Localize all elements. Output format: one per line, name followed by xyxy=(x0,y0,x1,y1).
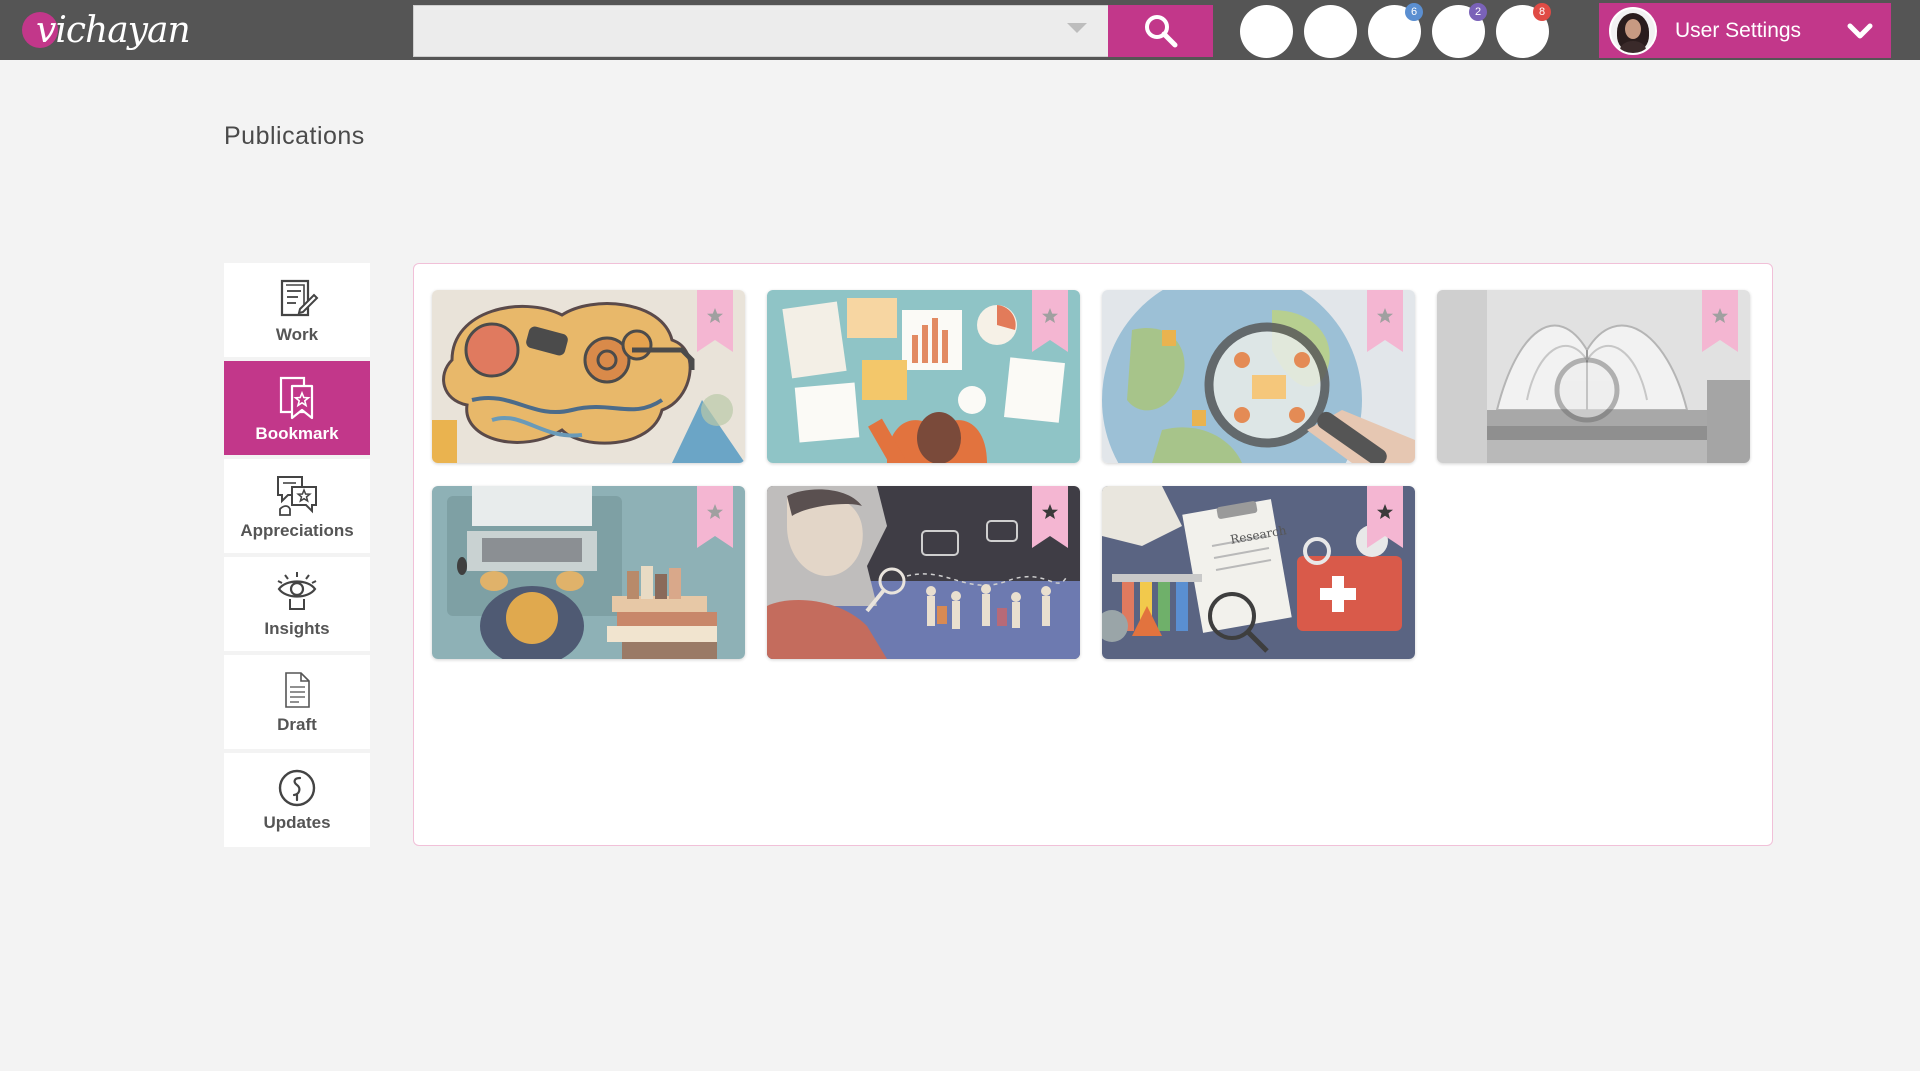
search-input[interactable] xyxy=(414,6,1104,56)
search-bar xyxy=(413,5,1213,57)
document-pen-icon xyxy=(280,279,319,317)
sidebar-item-draft[interactable]: Draft xyxy=(224,655,370,749)
notification-badge: 2 xyxy=(1469,3,1487,21)
sidebar-item-label: Updates xyxy=(263,813,331,832)
avatar xyxy=(1609,6,1657,55)
publication-card[interactable] xyxy=(432,290,745,463)
notification-circle-5[interactable]: 8 xyxy=(1496,3,1551,58)
search-icon xyxy=(1144,15,1177,48)
page-title: Publications xyxy=(224,122,365,150)
publication-card[interactable] xyxy=(1437,290,1750,463)
notification-circle-3[interactable]: 6 xyxy=(1368,3,1423,58)
publication-card[interactable] xyxy=(767,486,1080,659)
bookmark-ribbon-icon[interactable] xyxy=(1702,290,1738,352)
sidebar-item-updates[interactable]: Updates xyxy=(224,753,370,847)
chat-star-icon xyxy=(277,476,317,516)
publications-panel: Research xyxy=(413,263,1773,846)
bookmark-ribbon-icon[interactable] xyxy=(1367,290,1403,352)
sidebar-item-label: Appreciations xyxy=(240,521,354,540)
bookmark-ribbon-icon[interactable] xyxy=(1367,486,1403,548)
notification-badge: 6 xyxy=(1405,3,1423,21)
bookmark-ribbon-icon[interactable] xyxy=(1032,486,1068,548)
notification-circle-2[interactable] xyxy=(1304,5,1357,58)
sidebar: Work Bookmark Appreciations Insights Dra… xyxy=(224,263,370,851)
bookmark-ribbon-icon[interactable] xyxy=(697,486,733,548)
search-filter-dropdown-icon[interactable] xyxy=(1067,23,1087,33)
sidebar-item-bookmark[interactable]: Bookmark xyxy=(224,361,370,455)
publication-card[interactable]: Research xyxy=(1102,486,1415,659)
bookmark-ribbon-icon[interactable] xyxy=(1032,290,1068,352)
notification-circle-4[interactable]: 2 xyxy=(1432,3,1487,58)
notification-badge: 8 xyxy=(1533,3,1551,21)
bookmark-icon xyxy=(279,376,314,420)
sidebar-item-label: Bookmark xyxy=(255,424,339,443)
top-bar: vichayan 6 2 8 User Settings xyxy=(0,0,1920,60)
sidebar-item-work[interactable]: Work xyxy=(224,263,370,357)
user-settings-dropdown[interactable]: User Settings xyxy=(1599,3,1891,58)
publication-card[interactable] xyxy=(767,290,1080,463)
sidebar-item-appreciations[interactable]: Appreciations xyxy=(224,459,370,553)
user-settings-label: User Settings xyxy=(1675,18,1802,42)
notification-circle-1[interactable] xyxy=(1240,5,1293,58)
eye-icon xyxy=(277,572,317,610)
publication-card[interactable] xyxy=(432,486,745,659)
sidebar-item-label: Work xyxy=(275,325,319,344)
logo[interactable]: vichayan xyxy=(22,4,191,56)
chevron-down-icon xyxy=(1847,23,1873,38)
search-button[interactable] xyxy=(1108,5,1213,57)
clock-icon xyxy=(278,769,316,807)
sidebar-item-insights[interactable]: Insights xyxy=(224,557,370,651)
publication-card[interactable] xyxy=(1102,290,1415,463)
logo-text: vichayan xyxy=(36,9,191,51)
file-icon xyxy=(285,672,310,708)
sidebar-item-label: Insights xyxy=(264,619,330,638)
sidebar-item-label: Draft xyxy=(277,715,317,734)
bookmark-ribbon-icon[interactable] xyxy=(697,290,733,352)
